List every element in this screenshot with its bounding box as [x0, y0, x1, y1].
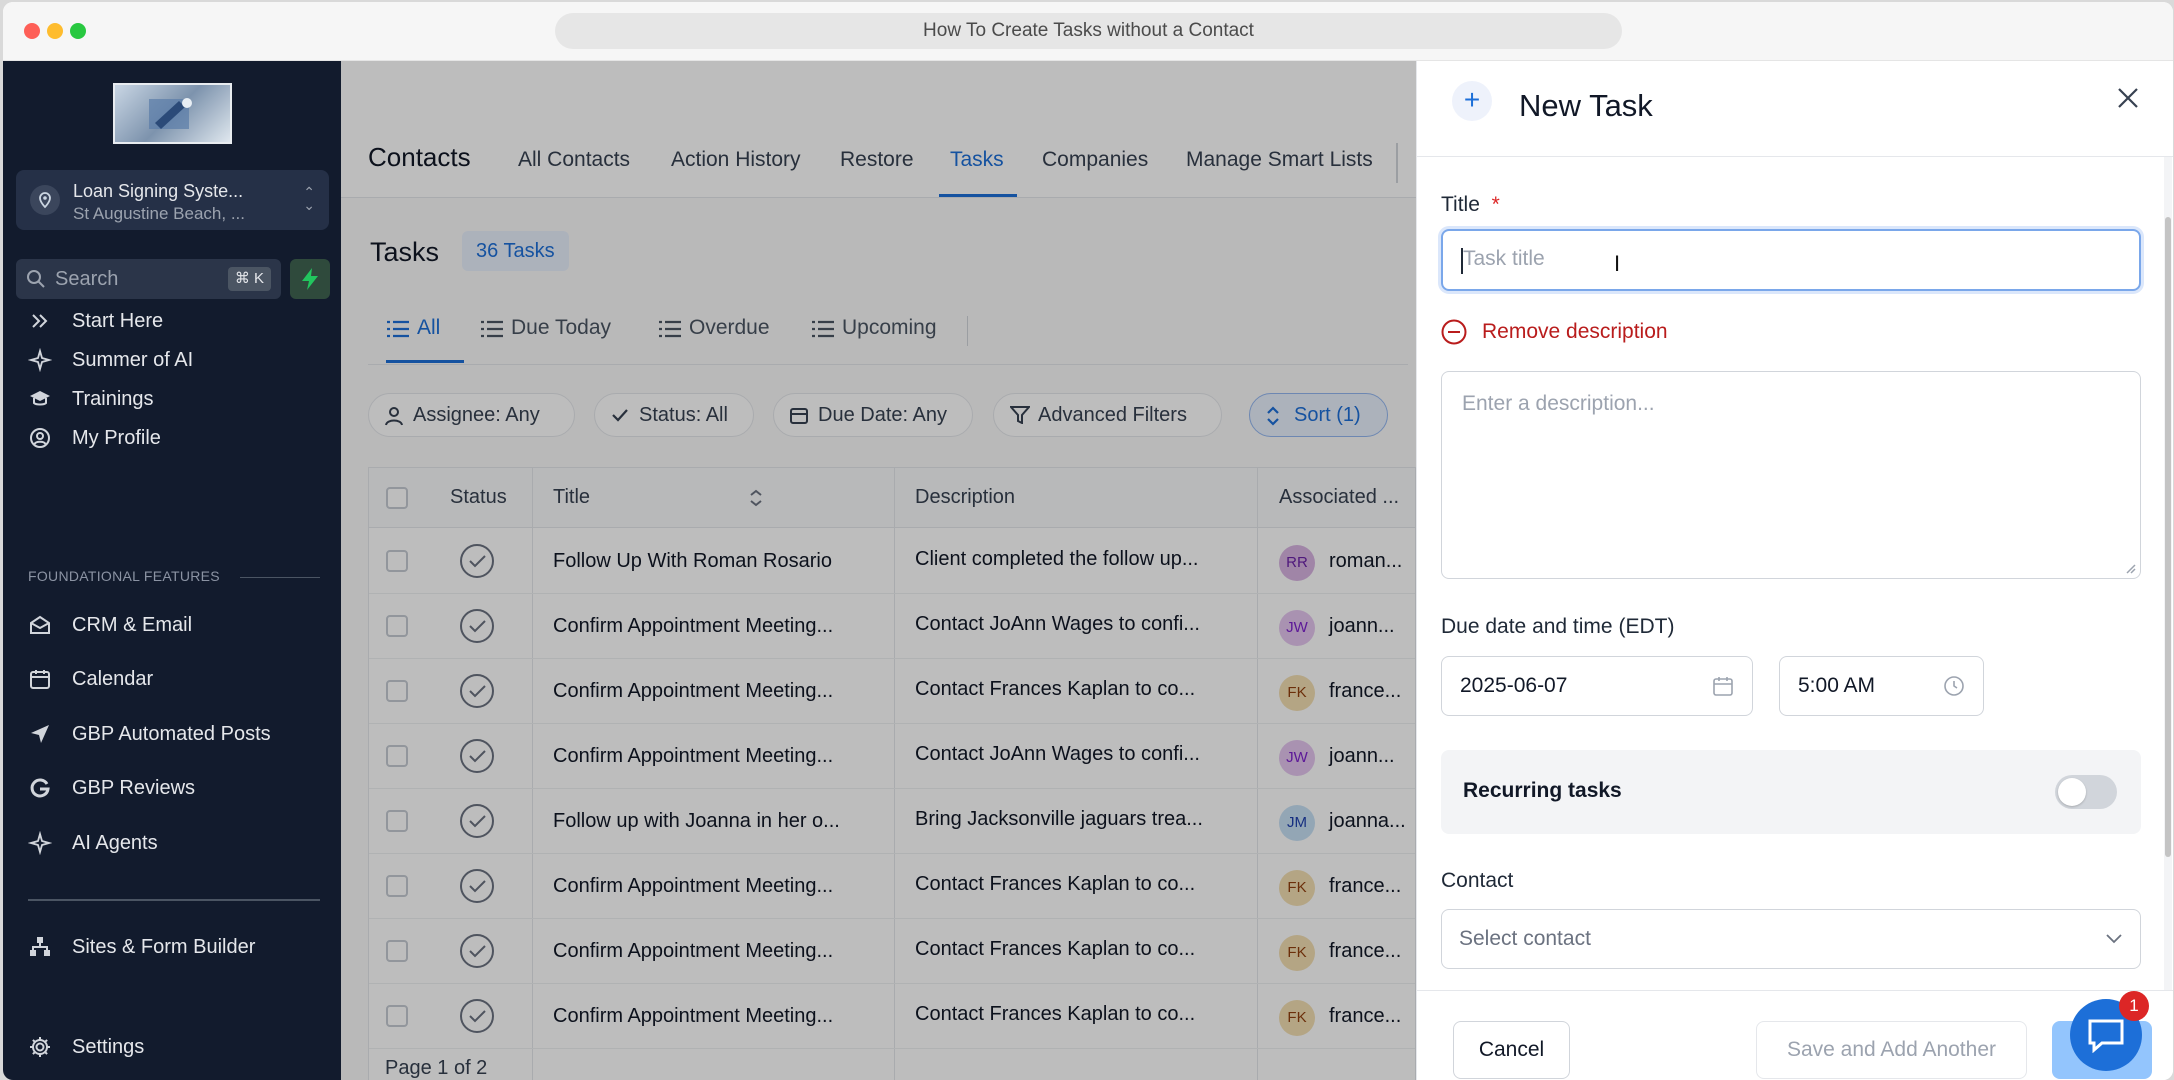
- account-name: Loan Signing Syste...: [73, 181, 244, 201]
- sidebar-item-label: Trainings: [72, 388, 154, 410]
- section-divider: [240, 577, 320, 578]
- quick-actions-button[interactable]: [290, 259, 330, 299]
- window-title[interactable]: How To Create Tasks without a Contact: [555, 13, 1622, 49]
- sidebar-item-settings[interactable]: Settings: [28, 1029, 328, 1065]
- sidebar-divider: [28, 899, 320, 901]
- toggle-knob: [2058, 778, 2086, 806]
- due-timezone: (EDT): [1618, 615, 1675, 638]
- google-g-icon: [30, 778, 50, 798]
- drawer-header: + New Task: [1417, 61, 2173, 157]
- close-window-button[interactable]: [24, 23, 40, 39]
- sidebar-item-label: Summer of AI: [72, 349, 194, 371]
- recurring-tasks-row: Recurring tasks: [1441, 750, 2141, 834]
- lightning-icon: [302, 268, 318, 290]
- chevron-up-down-icon: ⌃ ⌄: [303, 184, 315, 213]
- sidebar-item-label: GBP Automated Posts: [72, 723, 271, 745]
- sidebar-item-label: GBP Reviews: [72, 777, 196, 799]
- sidebar-item-calendar[interactable]: Calendar: [28, 661, 328, 697]
- contact-label: Contact: [1441, 869, 1514, 892]
- sidebar-item-label: CRM & Email: [72, 614, 193, 636]
- due-date-label: Due date and time (EDT): [1441, 615, 1674, 639]
- contact-select[interactable]: Select contact: [1441, 909, 2141, 969]
- cancel-button[interactable]: Cancel: [1453, 1021, 1570, 1079]
- description-textarea[interactable]: Enter a description...: [1441, 371, 2141, 579]
- search-placeholder: Search: [55, 268, 119, 290]
- calendar-icon: [1713, 677, 1733, 696]
- remove-description-button[interactable]: Remove description: [1441, 317, 1668, 347]
- title-label-text: Title: [1441, 193, 1480, 216]
- account-switcher[interactable]: Loan Signing Syste... St Augustine Beach…: [16, 170, 329, 230]
- resize-grip-icon[interactable]: [2124, 562, 2136, 574]
- sidebar-item-gbp-reviews[interactable]: GBP Reviews: [28, 770, 328, 806]
- gear-icon: [30, 1037, 50, 1057]
- sidebar-item-label: Settings: [72, 1036, 145, 1058]
- notification-badge: 1: [2119, 991, 2149, 1021]
- title-bar: How To Create Tasks without a Contact: [3, 2, 2173, 61]
- search-icon: [27, 270, 45, 288]
- sidebar-search[interactable]: Search ⌘ K: [16, 259, 281, 299]
- chat-bubble-icon: [2088, 1019, 2124, 1053]
- due-date-input[interactable]: 2025-06-07: [1441, 656, 1753, 716]
- modal-backdrop[interactable]: [341, 61, 1416, 1080]
- sidebar-item-label: Calendar: [72, 668, 154, 690]
- due-label-text: Due date and time: [1441, 615, 1613, 638]
- company-logo[interactable]: [113, 83, 232, 144]
- sidebar-item-ai-agents[interactable]: AI Agents: [28, 825, 328, 861]
- description-placeholder: Enter a description...: [1462, 392, 1655, 415]
- plus-icon: +: [1452, 81, 1492, 121]
- app-window: How To Create Tasks without a Contact Lo…: [3, 2, 2173, 1080]
- sidebar-item-crm-email[interactable]: CRM & Email: [28, 607, 328, 643]
- text-cursor-icon: I: [1614, 251, 1621, 276]
- close-icon[interactable]: [2117, 87, 2139, 109]
- contact-placeholder: Select contact: [1459, 927, 1591, 950]
- sidebar-item-summer-of-ai[interactable]: Summer of AI: [28, 342, 328, 378]
- sidebar: Loan Signing Syste... St Augustine Beach…: [3, 61, 341, 1080]
- sidebar-item-label: AI Agents: [72, 832, 158, 854]
- due-time-value: 5:00 AM: [1798, 674, 1876, 697]
- title-label: Title *: [1441, 193, 1500, 217]
- clock-icon: [1944, 676, 1964, 696]
- sidebar-item-trainings[interactable]: Trainings: [28, 381, 328, 417]
- chevrons-right-icon: [32, 314, 48, 328]
- sitemap-icon: [30, 937, 50, 956]
- remove-description-label: Remove description: [1482, 320, 1668, 343]
- sidebar-item-label: Sites & Form Builder: [72, 936, 256, 958]
- sidebar-item-label: Start Here: [72, 310, 164, 332]
- due-time-input[interactable]: 5:00 AM: [1779, 656, 1984, 716]
- drawer-scrollbar[interactable]: [2164, 157, 2172, 990]
- save-and-add-another-button[interactable]: Save and Add Another: [1756, 1021, 2027, 1079]
- mail-open-icon: [30, 615, 50, 634]
- search-shortcut: ⌘ K: [227, 267, 271, 291]
- scrollbar-thumb[interactable]: [2165, 217, 2171, 857]
- user-circle-icon: [30, 428, 50, 448]
- section-label: FOUNDATIONAL FEATURES: [28, 568, 220, 584]
- send-icon: [31, 725, 49, 743]
- chevron-down-icon: [2106, 934, 2122, 944]
- task-title-placeholder: Task title: [1463, 247, 1545, 270]
- drawer-title: New Task: [1519, 88, 1653, 123]
- sidebar-item-start-here[interactable]: Start Here: [28, 303, 328, 339]
- sidebar-item-label: My Profile: [72, 427, 161, 449]
- recurring-label: Recurring tasks: [1463, 779, 1622, 802]
- required-marker: *: [1491, 193, 1500, 216]
- text-caret: [1461, 248, 1463, 274]
- minimize-window-button[interactable]: [47, 23, 63, 39]
- due-date-value: 2025-06-07: [1460, 674, 1568, 697]
- task-title-input[interactable]: Task title I: [1441, 229, 2141, 291]
- sidebar-item-my-profile[interactable]: My Profile: [28, 420, 328, 456]
- sparkle-icon: [28, 348, 52, 372]
- graduation-cap-icon: [30, 391, 50, 406]
- sidebar-item-sites-form-builder[interactable]: Sites & Form Builder: [28, 929, 328, 965]
- recurring-toggle[interactable]: [2055, 775, 2117, 809]
- drawer-footer: Cancel Save and Add Another S: [1417, 990, 2173, 1080]
- account-location: St Augustine Beach, ...: [73, 204, 246, 223]
- maximize-window-button[interactable]: [70, 23, 86, 39]
- minus-circle-icon: [1441, 319, 1467, 345]
- sidebar-item-gbp-automated-posts[interactable]: GBP Automated Posts: [28, 716, 328, 752]
- new-task-drawer: + New Task Title * Task title I Remove d…: [1416, 61, 2173, 1080]
- location-pin-icon: [30, 185, 60, 215]
- calendar-icon: [30, 670, 50, 689]
- sparkle-icon: [28, 831, 52, 855]
